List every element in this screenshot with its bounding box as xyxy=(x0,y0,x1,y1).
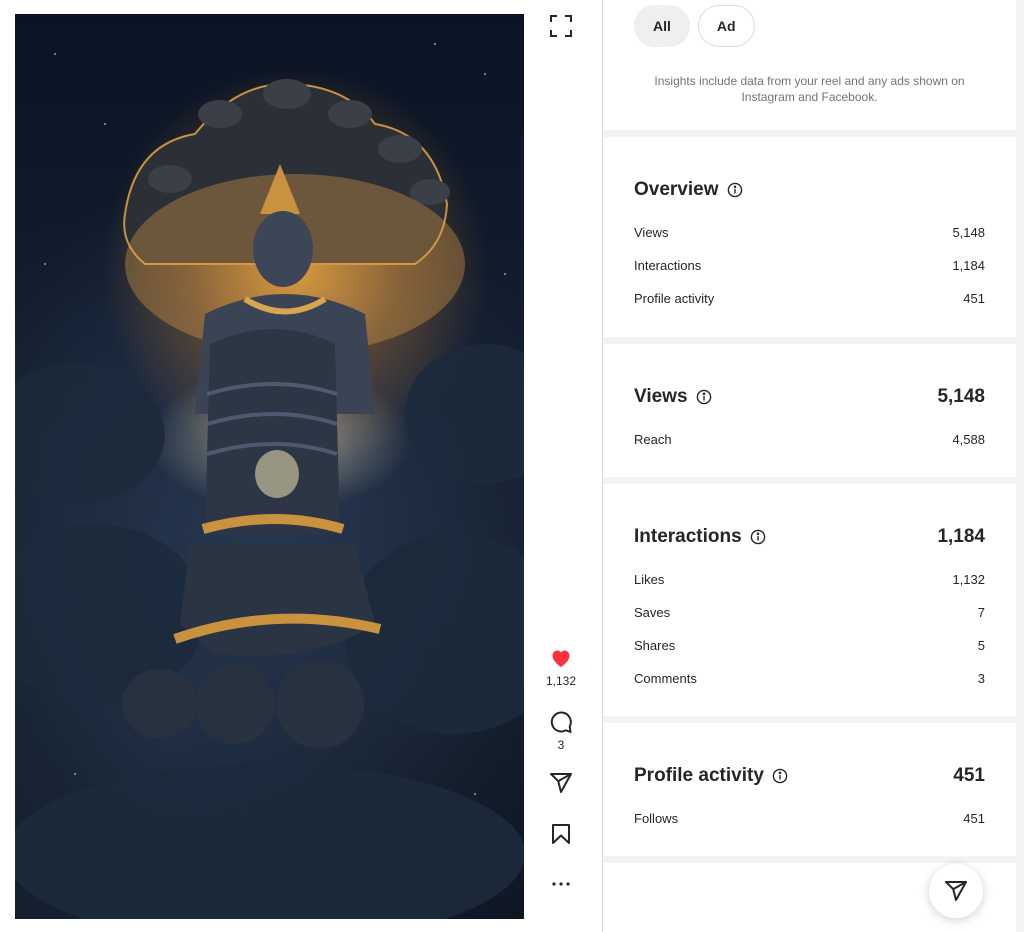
profile-activity-row-follows: Follows 451 xyxy=(634,811,985,826)
row-value: 5 xyxy=(977,638,985,653)
overview-header: Overview xyxy=(634,179,985,201)
profile-activity-title: Profile activity xyxy=(634,765,788,787)
insights-panel: All Ad Insights include data from your r… xyxy=(603,0,1024,932)
row-label: Shares xyxy=(634,638,676,653)
row-label: Follows xyxy=(634,811,679,826)
bookmark-icon[interactable] xyxy=(549,822,573,846)
insights-note: Insights include data from your reel and… xyxy=(654,74,965,104)
profile-activity-total: 451 xyxy=(953,765,985,786)
profile-activity-title-text: Profile activity xyxy=(634,765,764,786)
row-label: Views xyxy=(634,225,669,240)
row-label: Saves xyxy=(634,605,671,620)
comment-action[interactable]: 3 xyxy=(537,710,585,752)
action-column: 1,132 3 xyxy=(537,0,585,932)
overview-row-views: Views 5,148 xyxy=(634,225,985,240)
row-value: 451 xyxy=(963,811,985,826)
row-label: Profile activity xyxy=(634,291,715,306)
filter-ad-chip[interactable]: Ad xyxy=(697,5,755,47)
send-icon xyxy=(945,881,967,901)
share-action[interactable] xyxy=(537,771,585,795)
views-total: 5,148 xyxy=(937,386,985,407)
likes-count: 1,132 xyxy=(545,674,577,688)
more-action[interactable] xyxy=(537,872,585,896)
interactions-title-text: Interactions xyxy=(634,526,742,547)
interactions-header: Interactions 1,184 xyxy=(634,526,985,548)
row-value: 1,184 xyxy=(952,258,985,273)
info-icon[interactable] xyxy=(696,389,712,405)
filter-card: All Ad Insights include data from your r… xyxy=(603,0,1016,130)
interactions-title: Interactions xyxy=(634,526,766,548)
reel-video[interactable] xyxy=(15,14,524,919)
interactions-total: 1,184 xyxy=(937,526,985,547)
comments-count: 3 xyxy=(557,738,565,752)
row-label: Interactions xyxy=(634,258,702,273)
row-value: 1,132 xyxy=(952,572,985,587)
reel-insights-page: 1,132 3 All Ad Insights include data fro… xyxy=(0,0,1024,932)
more-icon[interactable] xyxy=(549,872,573,896)
messages-button[interactable] xyxy=(929,864,983,918)
info-icon[interactable] xyxy=(750,529,766,545)
reel-artwork xyxy=(15,43,524,919)
interactions-card: Interactions 1,184 Likes 1,132 Saves 7 S… xyxy=(603,484,1016,716)
row-label: Comments xyxy=(634,671,697,686)
row-value: 451 xyxy=(963,291,985,306)
row-value: 4,588 xyxy=(952,432,985,447)
overview-title-text: Overview xyxy=(634,179,719,200)
row-value: 5,148 xyxy=(952,225,985,240)
share-icon[interactable] xyxy=(549,771,573,795)
overview-row-profile-activity: Profile activity 451 xyxy=(634,291,985,306)
heart-icon[interactable] xyxy=(549,646,573,670)
overview-card: Overview Views 5,148 Interactions 1,184 … xyxy=(603,137,1016,337)
row-value: 3 xyxy=(977,671,985,686)
like-action[interactable]: 1,132 xyxy=(537,646,585,688)
row-label: Likes xyxy=(634,572,665,587)
row-value: 7 xyxy=(977,605,985,620)
profile-activity-card: Profile activity 451 Follows 451 xyxy=(603,723,1016,856)
views-title: Views xyxy=(634,386,712,408)
profile-activity-header: Profile activity 451 xyxy=(634,765,985,787)
interactions-row-shares: Shares 5 xyxy=(634,638,985,653)
views-title-text: Views xyxy=(634,386,688,407)
save-action[interactable] xyxy=(537,822,585,846)
comment-icon[interactable] xyxy=(549,710,573,734)
info-icon[interactable] xyxy=(727,182,743,198)
info-icon[interactable] xyxy=(772,768,788,784)
interactions-row-likes: Likes 1,132 xyxy=(634,572,985,587)
overview-title: Overview xyxy=(634,179,743,201)
views-card: Views 5,148 Reach 4,588 xyxy=(603,344,1016,477)
views-row-reach: Reach 4,588 xyxy=(634,432,985,447)
interactions-row-saves: Saves 7 xyxy=(634,605,985,620)
views-header: Views 5,148 xyxy=(634,386,985,408)
row-label: Reach xyxy=(634,432,672,447)
interactions-row-comments: Comments 3 xyxy=(634,671,985,686)
overview-row-interactions: Interactions 1,184 xyxy=(634,258,985,273)
filter-all-chip[interactable]: All xyxy=(634,5,690,47)
filter-chips: All Ad xyxy=(634,5,755,47)
